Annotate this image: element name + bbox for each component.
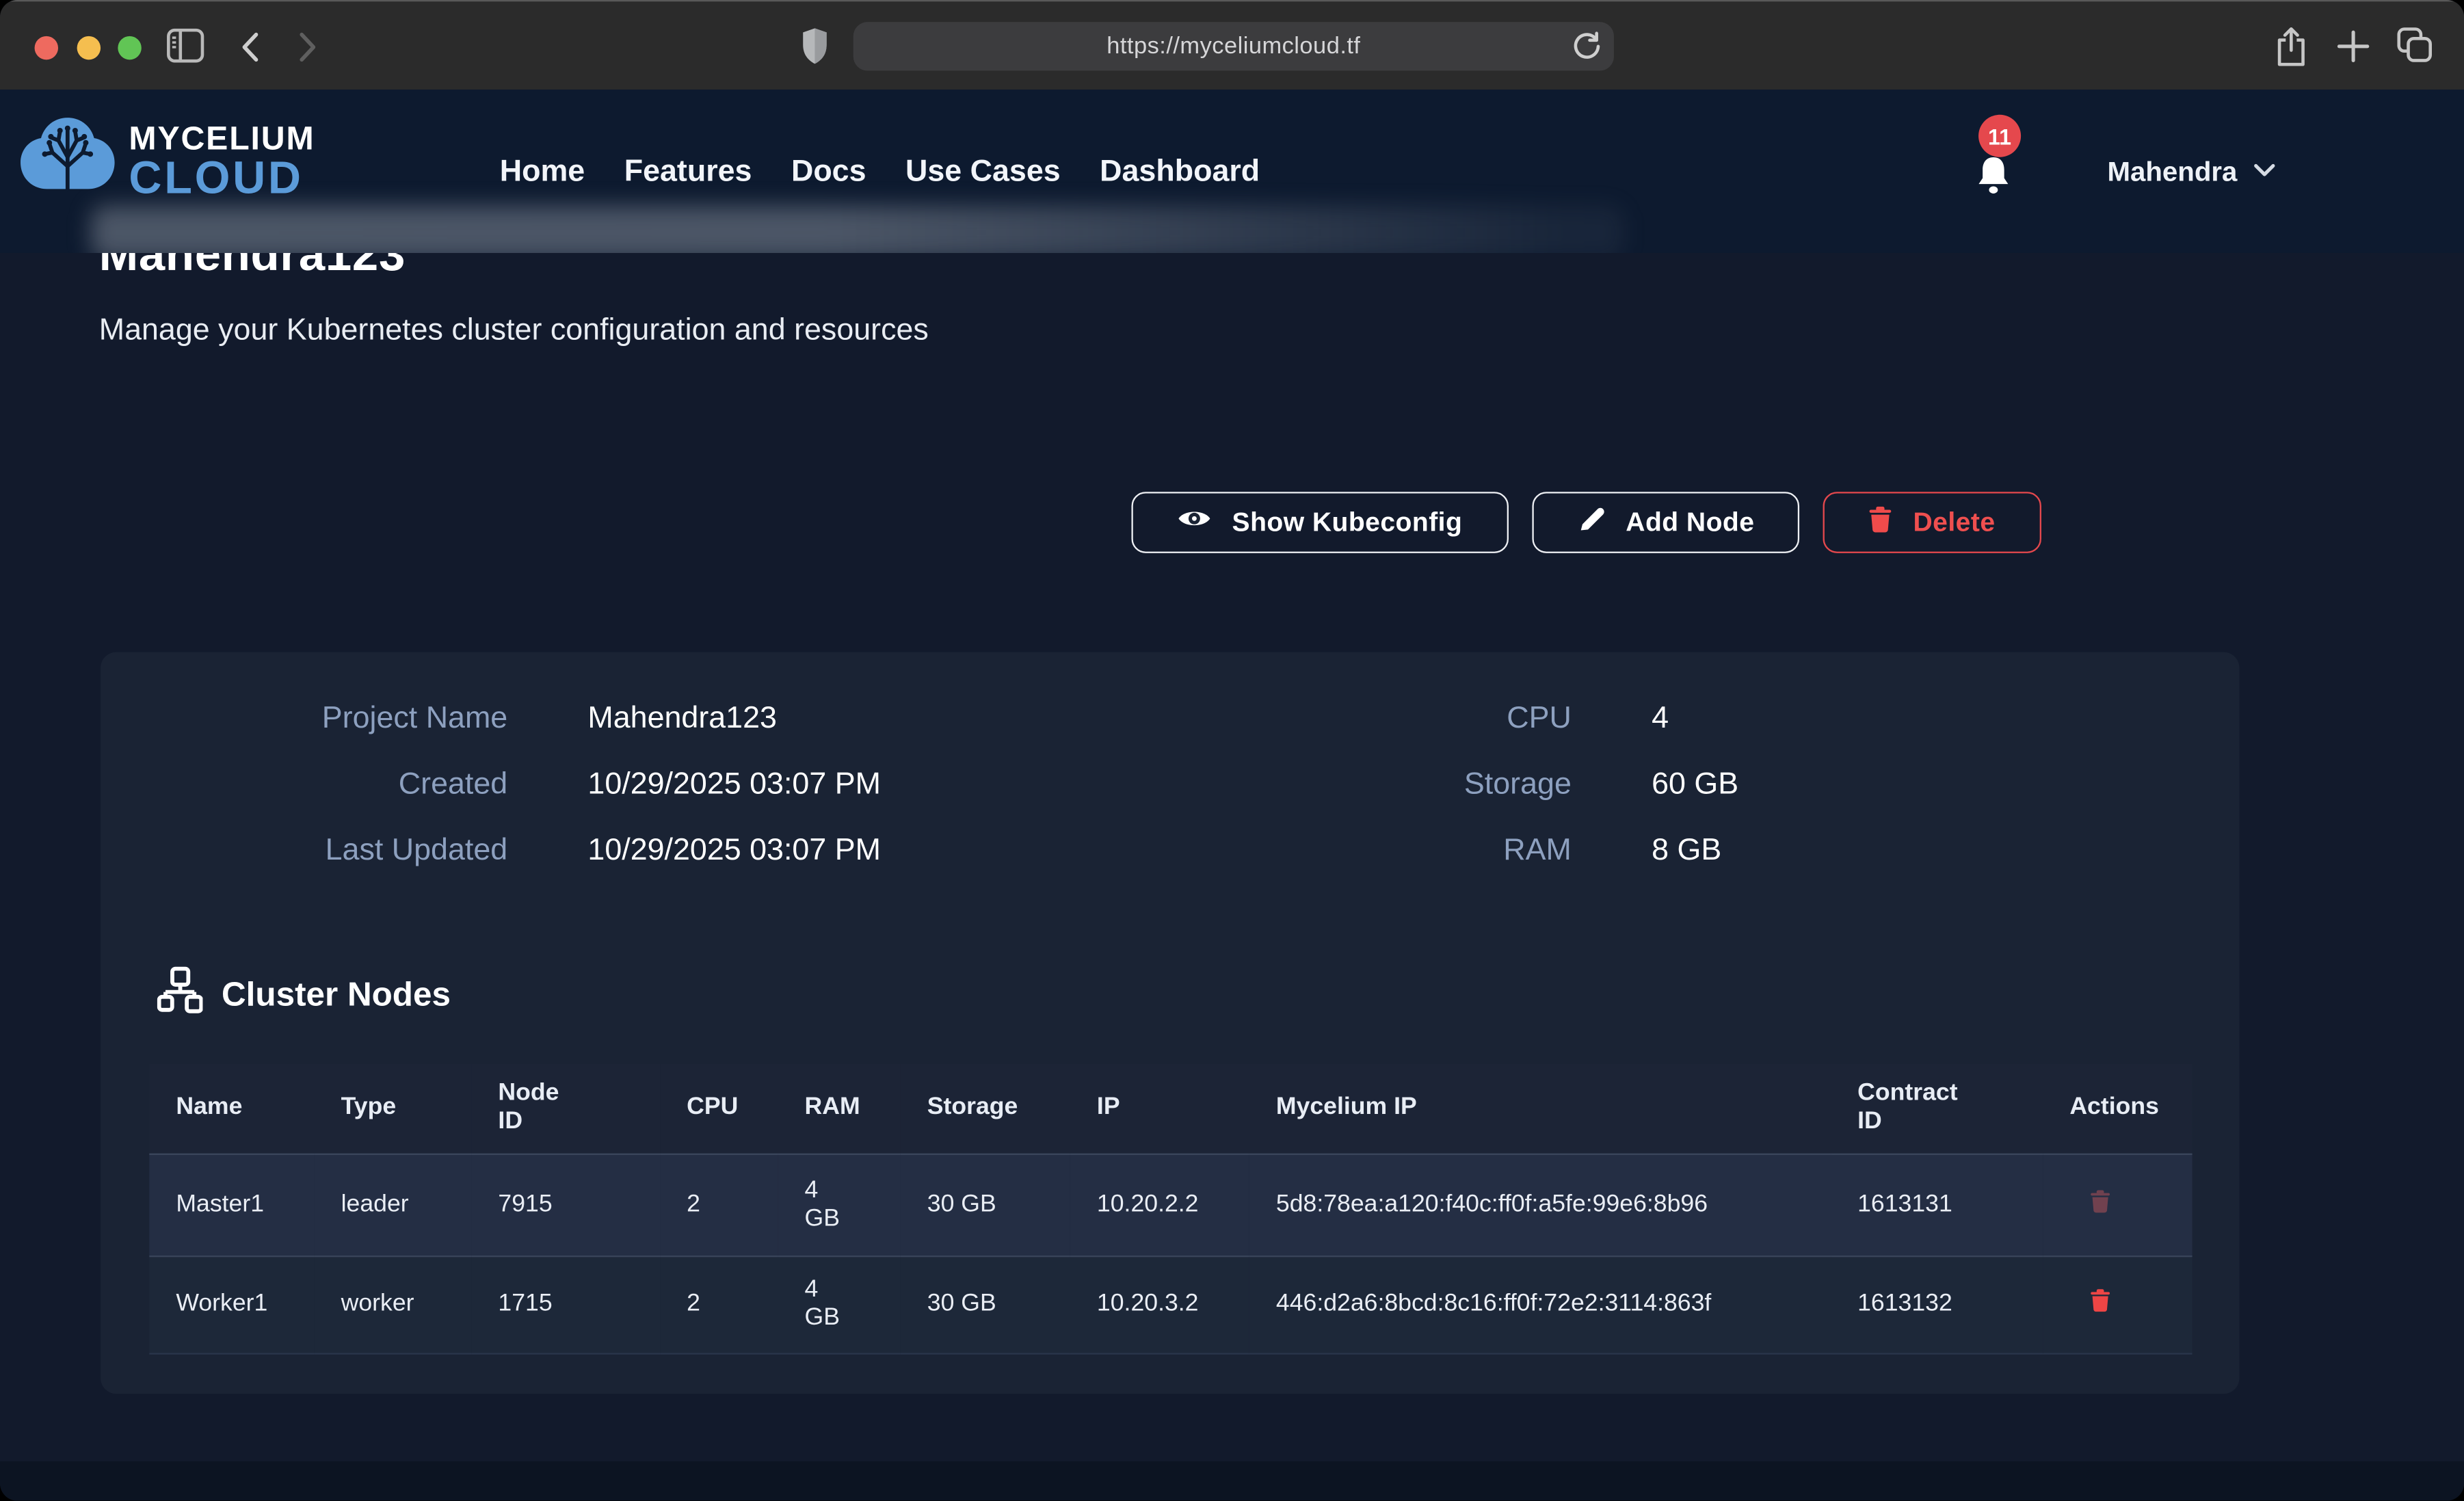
site-navbar: MYCELIUM CLOUD Home Features Docs Use Ca… xyxy=(0,90,2464,253)
footer-strip xyxy=(0,1461,2464,1500)
node-storage: 30 GB xyxy=(901,1256,1070,1353)
url-text: https://myceliumcloud.tf xyxy=(1107,33,1360,59)
created-label: Created xyxy=(101,767,507,803)
col-node-id: Node ID xyxy=(471,1064,660,1154)
node-id: 7915 xyxy=(471,1154,660,1256)
last-updated-value: 10/29/2025 03:07 PM xyxy=(587,833,881,869)
col-contract-id: Contract ID xyxy=(1831,1064,2043,1154)
node-type: worker xyxy=(315,1256,472,1353)
table-row: Worker1 worker 1715 2 4 GB 30 GB 10.20.3… xyxy=(149,1256,2192,1353)
delete-cluster-button[interactable]: Delete xyxy=(1824,492,2041,553)
sidebar-toggle-icon[interactable] xyxy=(167,28,204,63)
brand-line2: CLOUD xyxy=(129,157,315,201)
node-ram: 4 GB xyxy=(778,1256,900,1353)
col-ip: IP xyxy=(1070,1064,1249,1154)
node-mycelium-ip: 5d8:78ea:a120:f40c:ff0f:a5fe:99e6:8b96 xyxy=(1249,1154,1831,1256)
tab-overview-icon[interactable] xyxy=(2396,27,2433,63)
project-name-label: Project Name xyxy=(101,701,507,737)
network-nodes-icon xyxy=(157,966,203,1023)
browser-window: https://myceliumcloud.tf Mahendra123 Man… xyxy=(0,0,2464,1500)
node-name: Master1 xyxy=(149,1154,314,1256)
cpu-value: 4 xyxy=(1652,701,1738,737)
col-type: Type xyxy=(315,1064,472,1154)
brand-logo[interactable]: MYCELIUM CLOUD xyxy=(19,113,315,209)
node-cpu: 2 xyxy=(660,1154,778,1256)
show-kubeconfig-button[interactable]: Show Kubeconfig xyxy=(1131,492,1507,553)
bell-icon xyxy=(1974,154,2013,204)
cluster-info-card: Project Name Mahendra123 Created 10/29/2… xyxy=(101,652,2239,1394)
node-ip: 10.20.3.2 xyxy=(1070,1256,1249,1353)
node-actions xyxy=(2043,1154,2192,1256)
cluster-info-right: CPU 4 Storage 60 GB RAM 8 GB xyxy=(1169,701,1739,869)
nav-home[interactable]: Home xyxy=(500,153,585,189)
cluster-nodes-heading: Cluster Nodes xyxy=(157,966,451,1023)
nav-dashboard[interactable]: Dashboard xyxy=(1100,153,1260,189)
node-ram: 4 GB xyxy=(778,1154,900,1256)
cluster-actions: Show Kubeconfig Add Node Delete xyxy=(1131,492,2041,553)
privacy-shield-icon[interactable] xyxy=(802,27,828,66)
refresh-icon[interactable] xyxy=(1572,31,1602,69)
cluster-info-left: Project Name Mahendra123 Created 10/29/2… xyxy=(101,701,881,869)
col-actions: Actions xyxy=(2043,1064,2192,1154)
nav-use-cases[interactable]: Use Cases xyxy=(905,153,1061,189)
minimize-window-button[interactable] xyxy=(76,36,99,59)
node-cpu: 2 xyxy=(660,1256,778,1353)
node-actions xyxy=(2043,1256,2192,1353)
cpu-label: CPU xyxy=(1169,701,1572,737)
cluster-nodes-table: Name Type Node ID CPU RAM Storage IP Myc… xyxy=(149,1064,2192,1354)
url-bar[interactable]: https://myceliumcloud.tf xyxy=(853,22,1614,70)
node-ip: 10.20.2.2 xyxy=(1070,1154,1249,1256)
last-updated-label: Last Updated xyxy=(101,833,507,869)
brand-line1: MYCELIUM xyxy=(129,121,315,157)
storage-value: 60 GB xyxy=(1652,767,1738,803)
node-contract-id: 1613132 xyxy=(1831,1256,2043,1353)
zoom-window-button[interactable] xyxy=(118,36,141,59)
node-mycelium-ip: 446:d2a6:8bcd:8c16:ff0f:72e2:3114:863f xyxy=(1249,1256,1831,1353)
cluster-nodes-title: Cluster Nodes xyxy=(222,975,451,1014)
delete-label: Delete xyxy=(1913,507,1996,538)
created-value: 10/29/2025 03:07 PM xyxy=(587,767,881,803)
node-storage: 30 GB xyxy=(901,1154,1070,1256)
delete-node-icon[interactable] xyxy=(2069,1288,2110,1316)
forward-icon[interactable] xyxy=(299,31,318,63)
pencil-icon xyxy=(1577,505,1605,541)
browser-chrome: https://myceliumcloud.tf xyxy=(0,0,2464,90)
mycelium-cloud-logo-icon xyxy=(19,113,116,209)
nav-docs[interactable]: Docs xyxy=(791,153,866,189)
node-contract-id: 1613131 xyxy=(1831,1154,2043,1256)
nav-features[interactable]: Features xyxy=(624,153,752,189)
project-name-value: Mahendra123 xyxy=(587,701,881,737)
col-name: Name xyxy=(149,1064,314,1154)
add-node-label: Add Node xyxy=(1626,507,1754,538)
show-kubeconfig-label: Show Kubeconfig xyxy=(1232,507,1463,538)
close-window-button[interactable] xyxy=(35,36,58,59)
page-subtitle: Manage your Kubernetes cluster configura… xyxy=(99,313,929,349)
col-mycelium-ip: Mycelium IP xyxy=(1249,1064,1831,1154)
eye-icon xyxy=(1177,506,1212,539)
table-row: Master1 leader 7915 2 4 GB 30 GB 10.20.2… xyxy=(149,1154,2192,1256)
ram-value: 8 GB xyxy=(1652,833,1738,869)
user-name: Mahendra xyxy=(2107,155,2237,187)
back-icon[interactable] xyxy=(241,31,260,63)
share-icon[interactable] xyxy=(2274,25,2309,68)
node-name: Worker1 xyxy=(149,1256,314,1353)
notification-badge: 11 xyxy=(1978,115,2021,157)
table-header-row: Name Type Node ID CPU RAM Storage IP Myc… xyxy=(149,1064,2192,1154)
user-menu[interactable]: Mahendra xyxy=(2107,90,2275,253)
add-node-button[interactable]: Add Node xyxy=(1531,492,1800,553)
notifications-button[interactable]: 11 xyxy=(1964,90,2039,253)
storage-label: Storage xyxy=(1169,767,1572,803)
ram-label: RAM xyxy=(1169,833,1572,869)
col-storage: Storage xyxy=(901,1064,1070,1154)
col-cpu: CPU xyxy=(660,1064,778,1154)
chevron-down-icon xyxy=(2253,157,2275,185)
delete-node-icon[interactable] xyxy=(2069,1188,2110,1217)
brand-text: MYCELIUM CLOUD xyxy=(129,121,315,201)
col-ram: RAM xyxy=(778,1064,900,1154)
node-type: leader xyxy=(315,1154,472,1256)
node-id: 1715 xyxy=(471,1256,660,1353)
new-tab-icon[interactable] xyxy=(2337,30,2370,63)
nav-links: Home Features Docs Use Cases Dashboard xyxy=(500,90,1260,253)
trash-icon xyxy=(1869,505,1892,540)
